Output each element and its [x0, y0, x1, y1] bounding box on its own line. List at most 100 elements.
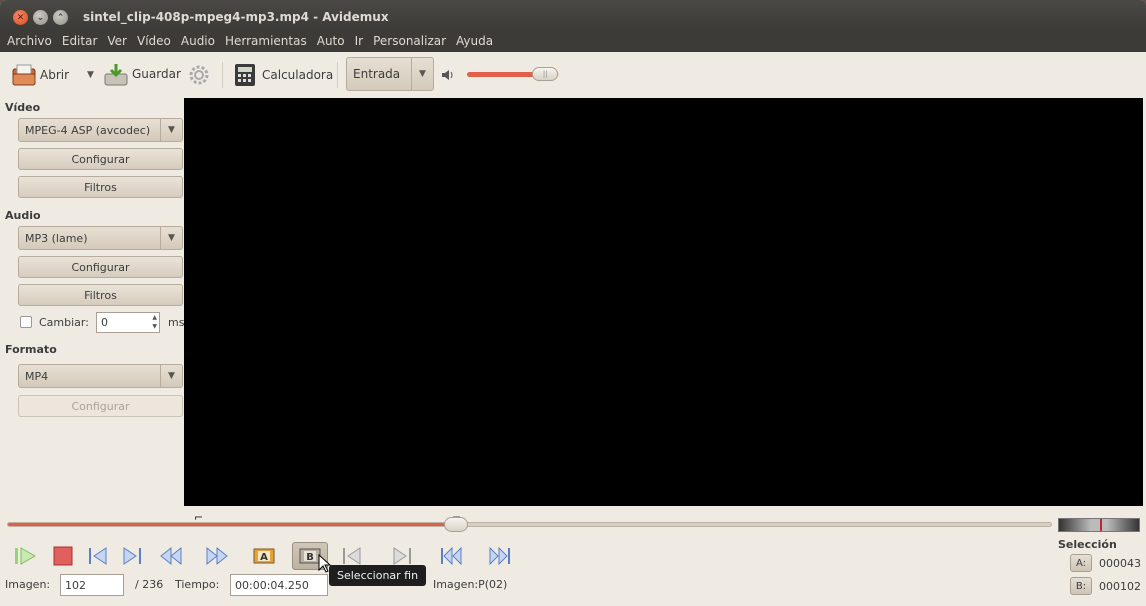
audio-codec-value: MP3 (lame)	[25, 231, 88, 245]
next-frame-button[interactable]	[118, 542, 146, 570]
selection-a-value: 000043	[1099, 557, 1141, 570]
shift-checkbox[interactable]	[20, 316, 32, 328]
shift-value: 0	[101, 316, 108, 329]
audio-section-heading: Audio	[5, 209, 41, 222]
shift-unit-label: ms	[168, 316, 185, 329]
frame-type: Imagen:P(02)	[433, 578, 508, 591]
stop-button[interactable]	[49, 542, 77, 570]
time-value: 00:00:04.250	[235, 578, 309, 592]
play-button[interactable]	[11, 542, 39, 570]
rewind-icon	[160, 546, 182, 566]
audio-codec-select[interactable]: MP3 (lame) ▼	[18, 226, 183, 250]
menu-ver[interactable]: Ver	[102, 34, 132, 48]
volume-speaker-icon	[440, 67, 456, 83]
video-configure-button[interactable]: Configurar	[18, 148, 183, 170]
format-section-heading: Formato	[5, 343, 57, 356]
calculator-label: Calculadora	[262, 68, 334, 82]
volume-slider[interactable]: ||	[467, 67, 559, 81]
selection-b-value: 000102	[1099, 580, 1141, 593]
video-filters-button[interactable]: Filtros	[18, 176, 183, 198]
menu-editar[interactable]: Editar	[57, 34, 103, 48]
video-section-heading: Vídeo	[5, 101, 41, 114]
previous-frame-button[interactable]	[84, 542, 112, 570]
open-dropdown-arrow-icon[interactable]: ▼	[87, 70, 94, 80]
minimap-marker	[1100, 519, 1102, 531]
audio-configure-button[interactable]: Configurar	[18, 256, 183, 278]
calculator-icon	[235, 64, 255, 86]
format-configure-button: Configurar	[18, 395, 183, 417]
shift-input[interactable]: 0 ▲ ▼	[96, 312, 160, 333]
chevron-down-icon: ▼	[160, 227, 182, 249]
settings-button[interactable]	[188, 64, 210, 86]
chevron-down-icon: ▼	[160, 119, 182, 141]
menu-ir[interactable]: Ir	[350, 34, 368, 48]
menu-bar: Archivo Editar Ver Vídeo Audio Herramien…	[0, 30, 1146, 52]
menu-auto[interactable]: Auto	[312, 34, 350, 48]
previous-keyframe-button[interactable]	[157, 542, 185, 570]
menu-personalizar[interactable]: Personalizar	[368, 34, 451, 48]
next-keyframe-button[interactable]	[203, 542, 231, 570]
menu-video[interactable]: Vídeo	[132, 34, 176, 48]
timeline-progress-fill	[8, 523, 458, 526]
open-button[interactable]: Abrir ▼	[12, 63, 94, 87]
set-marker-a-button[interactable]: A	[250, 542, 278, 570]
toolbar-separator	[337, 62, 338, 88]
selection-a-button[interactable]: A:	[1070, 554, 1092, 572]
go-to-start-button[interactable]	[437, 542, 465, 570]
skip-to-start-icon	[441, 546, 462, 566]
audio-filters-button[interactable]: Filtros	[18, 284, 183, 306]
time-label: Tiempo:	[175, 578, 220, 591]
title-bar: ✕ ⌄ ⌃ sintel_clip-408p-mpeg4-mp3.mp4 - A…	[0, 0, 1146, 30]
frame-total: / 236	[135, 578, 164, 591]
format-select[interactable]: MP4 ▼	[18, 364, 183, 388]
stop-icon	[53, 546, 73, 566]
frame-value: 102	[65, 578, 86, 592]
menu-archivo[interactable]: Archivo	[2, 34, 57, 48]
save-label: Guardar	[132, 67, 181, 81]
calculator-button[interactable]: Calculadora	[234, 63, 333, 87]
selection-heading: Selección	[1058, 538, 1117, 551]
menu-ayuda[interactable]: Ayuda	[451, 34, 498, 48]
menu-audio[interactable]: Audio	[176, 34, 220, 48]
fast-forward-icon	[206, 546, 228, 566]
window-title: sintel_clip-408p-mpeg4-mp3.mp4 - Avidemu…	[83, 10, 389, 24]
shift-label: Cambiar:	[39, 316, 89, 329]
minimize-window-button[interactable]: ⌄	[33, 10, 48, 25]
frame-input[interactable]: 102	[60, 574, 124, 596]
svg-text:B: B	[306, 552, 314, 563]
step-forward-icon	[123, 547, 141, 565]
step-back-icon	[89, 547, 107, 565]
video-codec-value: MPEG-4 ASP (avcodec)	[25, 123, 151, 137]
video-preview	[184, 98, 1143, 506]
play-icon	[15, 547, 37, 565]
format-value: MP4	[25, 369, 49, 383]
input-mode-value: Entrada	[353, 67, 401, 81]
selection-b-button[interactable]: B:	[1070, 577, 1092, 595]
maximize-window-button[interactable]: ⌃	[53, 10, 68, 25]
go-to-end-button[interactable]	[486, 542, 514, 570]
open-label: Abrir	[40, 68, 70, 82]
timeline-slider[interactable]	[7, 522, 1052, 527]
open-file-icon	[12, 64, 36, 86]
chevron-down-icon: ▼	[160, 365, 182, 387]
chevron-down-icon: ▼	[411, 58, 433, 90]
app-window: ✕ ⌄ ⌃ sintel_clip-408p-mpeg4-mp3.mp4 - A…	[0, 0, 1146, 606]
menu-herramientas[interactable]: Herramientas	[220, 34, 312, 48]
spin-arrows-icon[interactable]: ▲ ▼	[152, 313, 157, 331]
save-button[interactable]: Guardar	[104, 62, 181, 86]
save-icon	[104, 64, 128, 86]
close-window-button[interactable]: ✕	[13, 10, 28, 25]
svg-text:A: A	[260, 552, 268, 563]
frame-label: Imagen:	[5, 578, 51, 591]
gear-icon	[189, 65, 209, 85]
toolbar-separator	[222, 62, 223, 88]
input-mode-select[interactable]: Entrada ▼	[346, 57, 434, 91]
timeline-slider-knob[interactable]	[444, 517, 469, 532]
marker-a-icon: A	[253, 548, 275, 564]
volume-slider-knob[interactable]: ||	[532, 67, 559, 81]
time-input[interactable]: 00:00:04.250	[230, 574, 328, 596]
tooltip: Seleccionar fin	[329, 565, 427, 586]
skip-to-end-icon	[489, 546, 510, 566]
timeline-minimap[interactable]	[1058, 518, 1140, 532]
video-codec-select[interactable]: MPEG-4 ASP (avcodec) ▼	[18, 118, 183, 142]
